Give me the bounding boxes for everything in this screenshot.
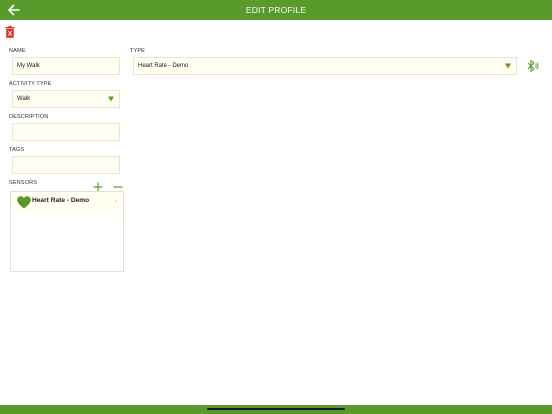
top-bar: EDIT PROFILE [0,0,552,20]
activity-type-label: ACTIVITY TYPE [9,81,52,87]
add-sensor-button[interactable] [93,179,103,192]
tags-label: TAGS [9,147,25,153]
name-field[interactable]: My Walk [12,57,120,75]
description-field[interactable] [12,123,120,141]
type-value: Heart Rate - Demo [138,63,189,69]
activity-type-dropdown[interactable]: Walk [12,90,120,108]
sensors-label: SENSORS [9,180,38,186]
heart-icon [17,196,31,209]
trash-icon [5,26,15,38]
description-label: DESCRIPTION [9,114,49,120]
sensors-list: Heart Rate - Demo › [10,191,124,272]
name-value: My Walk [17,63,40,69]
activity-type-value: Walk [17,96,31,102]
type-dropdown[interactable]: Heart Rate - Demo [133,57,517,75]
home-indicator[interactable] [207,408,345,410]
dropdown-arrow-icon [108,96,114,102]
type-label: TYPE [130,48,146,54]
delete-button[interactable] [5,25,15,38]
chevron-right-icon: › [114,198,117,205]
bottom-bar [0,405,552,414]
sensor-item[interactable]: Heart Rate - Demo › [12,193,122,211]
bluetooth-icon [527,59,539,73]
bluetooth-button[interactable] [525,59,539,73]
dropdown-arrow-icon [505,63,511,69]
name-label: NAME [9,48,26,54]
remove-sensor-button[interactable] [113,179,123,189]
page-title: EDIT PROFILE [245,5,307,15]
tags-field[interactable] [12,156,120,174]
sensor-name: Heart Rate - Demo [32,197,90,204]
